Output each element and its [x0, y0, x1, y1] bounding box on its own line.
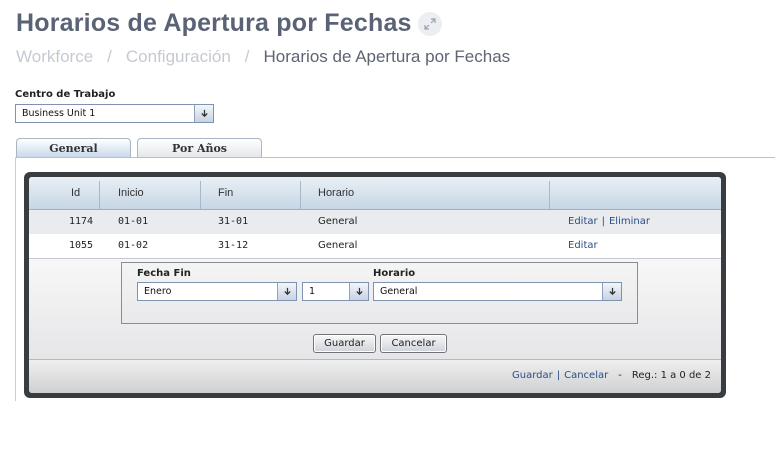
table-row[interactable]: 1055 01-02 31-12 General Editar — [29, 234, 721, 258]
column-header-horario[interactable]: Horario — [318, 177, 354, 210]
cell-horario: General — [318, 216, 358, 227]
cell-inicio: 01-02 — [118, 240, 149, 251]
grid-frame: Id Inicio Fin Horario 1174 01-01 31-01 G… — [24, 172, 726, 398]
cell-fin: 31-01 — [218, 216, 249, 227]
editar-link[interactable]: Editar — [568, 240, 598, 251]
horario-select[interactable]: General — [373, 282, 622, 301]
guardar-button[interactable]: Guardar — [313, 334, 376, 353]
dropdown-button[interactable] — [277, 283, 296, 300]
breadcrumb-separator: / — [244, 47, 250, 66]
tab-divider — [15, 157, 775, 158]
tab-general[interactable]: General — [16, 138, 131, 158]
expand-button[interactable] — [418, 12, 442, 36]
expand-icon — [424, 18, 436, 30]
column-header-inicio[interactable]: Inicio — [118, 177, 144, 210]
tab-por-anios[interactable]: Por Años — [137, 138, 262, 158]
arrow-down-icon — [608, 287, 616, 296]
cell-id: 1055 — [69, 240, 94, 251]
grid-footer: Guardar | Cancelar - Reg.: 1 a 0 de 2 — [29, 359, 721, 393]
breadcrumb-configuracion[interactable]: Configuración — [126, 47, 231, 67]
grid: Id Inicio Fin Horario 1174 01-01 31-01 G… — [29, 177, 721, 393]
breadcrumb-separator: / — [107, 47, 112, 66]
column-separator — [99, 181, 100, 209]
column-header-fin[interactable]: Fin — [218, 177, 233, 210]
dia-select[interactable]: 1 — [302, 282, 369, 301]
eliminar-link[interactable]: Eliminar — [609, 216, 650, 227]
cell-id: 1174 — [69, 216, 94, 227]
dropdown-button[interactable] — [349, 283, 368, 300]
column-header-id[interactable]: Id — [71, 177, 80, 210]
mes-select[interactable]: Enero — [137, 282, 297, 301]
centro-trabajo-label: Centro de Trabajo — [15, 89, 116, 100]
link-separator: | — [601, 216, 605, 227]
breadcrumb-current: Horarios de Apertura por Fechas — [263, 47, 511, 66]
footer-guardar-link[interactable]: Guardar — [512, 370, 553, 381]
dropdown-button[interactable] — [194, 105, 213, 122]
grid-header: Id Inicio Fin Horario — [29, 177, 721, 210]
mes-value: Enero — [144, 286, 172, 297]
horario-label: Horario — [373, 268, 416, 279]
centro-trabajo-select[interactable]: Business Unit 1 — [15, 104, 214, 123]
cell-fin: 31-12 — [218, 240, 249, 251]
records-count: Reg.: 1 a 0 de 2 — [631, 370, 711, 381]
footer-cancelar-link[interactable]: Cancelar — [564, 370, 608, 381]
page-title: Horarios de Apertura por Fechas — [16, 9, 412, 37]
fecha-fin-label: Fecha Fin — [137, 268, 191, 279]
dia-value: 1 — [309, 286, 316, 297]
breadcrumb-workforce[interactable]: Workforce — [16, 47, 93, 67]
arrow-down-icon — [355, 287, 363, 296]
column-separator — [300, 181, 301, 209]
arrow-down-icon — [200, 109, 208, 118]
edit-form: Fecha Fin Enero 1 Horario General — [121, 262, 638, 324]
table-row[interactable]: 1174 01-01 31-01 General Editar | Eliminar — [29, 210, 721, 234]
breadcrumb: Workforce / Configuración / Horarios de … — [16, 47, 510, 67]
column-separator — [549, 181, 550, 209]
centro-trabajo-value: Business Unit 1 — [22, 108, 96, 119]
edit-row: Fecha Fin Enero 1 Horario General Guarda… — [29, 259, 721, 359]
horario-value: General — [380, 286, 418, 297]
link-separator: | — [556, 370, 561, 381]
cancelar-button[interactable]: Cancelar — [380, 334, 447, 353]
arrow-down-icon — [283, 287, 291, 296]
footer-dash: - — [618, 370, 622, 381]
column-separator — [200, 181, 201, 209]
cell-inicio: 01-01 — [118, 216, 149, 227]
editar-link[interactable]: Editar — [568, 216, 598, 227]
panel-border — [15, 157, 16, 401]
dropdown-button[interactable] — [602, 283, 621, 300]
cell-horario: General — [318, 240, 358, 251]
